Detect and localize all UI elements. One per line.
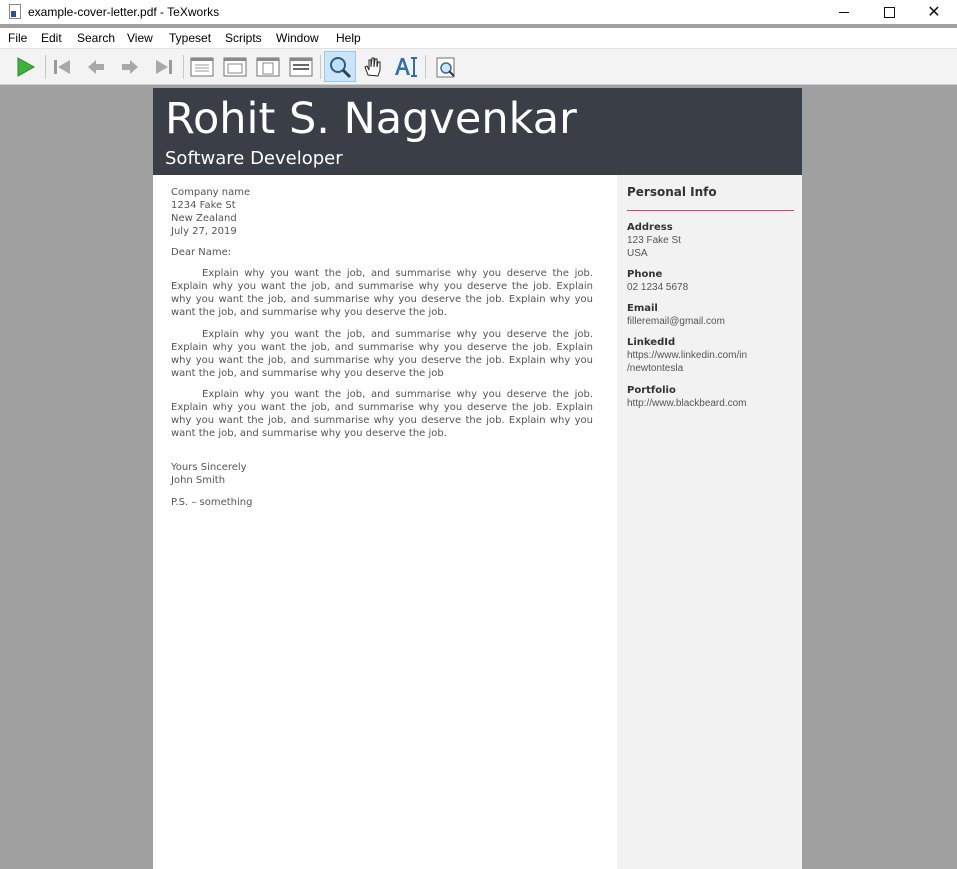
menu-scripts[interactable]: Scripts — [225, 31, 262, 45]
letter-body: Company name 1234 Fake St New Zealand Ju… — [171, 186, 593, 509]
linkedin-url[interactable]: /newtontesla — [627, 362, 797, 375]
first-page-icon — [54, 60, 70, 74]
portfolio-field: Portfolio http://www.blackbeard.com — [627, 384, 797, 410]
menu-edit[interactable]: Edit — [41, 31, 62, 45]
title-bar: example-cover-letter.pdf - TeXworks ✕ — [0, 0, 957, 24]
maximize-icon — [883, 6, 895, 18]
hand-scroll-icon — [364, 57, 381, 77]
select-text-button[interactable] — [392, 53, 420, 81]
toolbar — [0, 48, 957, 85]
previous-page-icon — [88, 60, 104, 74]
minimize-icon — [839, 11, 849, 13]
actual-size-icon — [190, 57, 214, 77]
portfolio-label: Portfolio — [627, 385, 676, 396]
search-document-button[interactable] — [432, 53, 460, 81]
hand-scroll-button[interactable] — [359, 53, 387, 81]
magnify-button[interactable] — [324, 51, 356, 82]
email-field: Email filleremail@gmail.com — [627, 302, 797, 328]
letter-paragraph: Explain why you want the job, and summar… — [171, 268, 593, 318]
fit-page-button[interactable] — [254, 53, 282, 81]
menu-bar: File Edit Search View Typeset Scripts Wi… — [0, 28, 957, 48]
linkedin-field: LinkedId https://www.linkedin.com/in /ne… — [627, 336, 797, 375]
closing: Yours Sincerely — [171, 462, 247, 473]
last-page-icon — [156, 60, 172, 74]
recipient-line: Company name — [171, 187, 251, 198]
select-text-icon — [395, 57, 417, 77]
pdf-page: Rohit S. Nagvenkar Software Developer Co… — [153, 88, 802, 869]
close-icon: ✕ — [927, 2, 941, 21]
letter-date: July 27, 2019 — [171, 226, 237, 237]
toolbar-separator — [183, 55, 184, 79]
phone-field: Phone 02 1234 5678 — [627, 268, 797, 294]
window-title: example-cover-letter.pdf - TeXworks — [28, 5, 220, 19]
menu-window[interactable]: Window — [276, 31, 319, 45]
last-page-button[interactable] — [150, 53, 178, 81]
toolbar-separator — [425, 55, 426, 79]
letter-paragraph: Explain why you want the job, and summar… — [171, 329, 593, 379]
address-line: 123 Fake St — [627, 235, 681, 246]
menu-view[interactable]: View — [127, 31, 153, 45]
fit-content-button[interactable] — [287, 53, 315, 81]
typeset-button[interactable] — [11, 53, 39, 81]
letter-paragraph: Explain why you want the job, and summar… — [171, 389, 593, 439]
texworks-app-icon — [9, 4, 21, 19]
search-document-icon — [436, 57, 455, 78]
fit-width-icon — [223, 57, 247, 77]
email-value[interactable]: filleremail@gmail.com — [627, 315, 797, 328]
previous-page-button[interactable] — [82, 53, 110, 81]
menu-search[interactable]: Search — [77, 31, 115, 45]
minimize-button[interactable] — [821, 0, 867, 24]
menu-help[interactable]: Help — [336, 31, 361, 45]
address-field: Address 123 Fake St USA — [627, 221, 797, 260]
next-page-button[interactable] — [116, 53, 144, 81]
sidebar-divider — [627, 210, 794, 211]
toolbar-separator — [320, 55, 321, 79]
fit-content-icon — [289, 57, 313, 77]
typeset-play-icon — [17, 57, 36, 77]
next-page-icon — [122, 60, 138, 74]
first-page-button[interactable] — [48, 53, 76, 81]
menu-file[interactable]: File — [8, 31, 27, 45]
fit-width-button[interactable] — [221, 53, 249, 81]
close-button[interactable]: ✕ — [911, 0, 957, 24]
phone-label: Phone — [627, 269, 663, 280]
recipient-line: 1234 Fake St — [171, 200, 236, 211]
email-label: Email — [627, 303, 658, 314]
phone-value: 02 1234 5678 — [627, 282, 689, 293]
toolbar-separator — [45, 55, 46, 79]
recipient-address: Company name 1234 Fake St New Zealand Ju… — [171, 186, 593, 238]
linkedin-label: LinkedId — [627, 337, 676, 348]
signature-name: John Smith — [171, 475, 226, 486]
sidebar-title: Personal Info — [627, 185, 717, 199]
address-line: USA — [627, 248, 648, 259]
linkedin-url[interactable]: https://www.linkedin.com/in — [627, 349, 797, 362]
menu-typeset[interactable]: Typeset — [169, 31, 211, 45]
recipient-line: New Zealand — [171, 213, 237, 224]
personal-info-sidebar: Personal Info Address 123 Fake St USA Ph… — [617, 175, 802, 869]
fit-page-icon — [256, 57, 280, 77]
salutation: Dear Name: — [171, 247, 232, 258]
actual-size-button[interactable] — [188, 53, 216, 81]
maximize-button[interactable] — [866, 0, 912, 24]
postscript: P.S. – something — [171, 497, 253, 508]
magnify-icon — [330, 56, 352, 78]
applicant-role: Software Developer — [165, 148, 343, 169]
applicant-name: Rohit S. Nagvenkar — [165, 94, 577, 144]
address-label: Address — [627, 222, 673, 233]
cv-header-band: Rohit S. Nagvenkar Software Developer — [153, 88, 802, 175]
portfolio-url[interactable]: http://www.blackbeard.com — [627, 397, 797, 410]
